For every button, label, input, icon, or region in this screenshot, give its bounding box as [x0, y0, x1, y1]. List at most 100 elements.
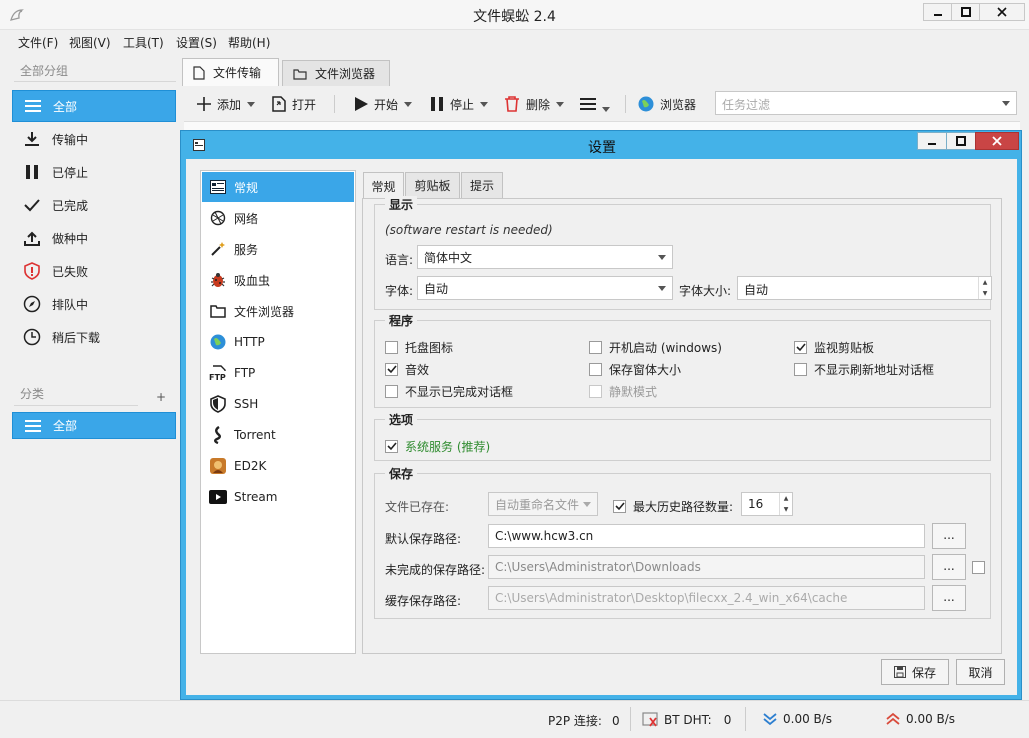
nav-item-ssh[interactable]: SSH — [202, 389, 354, 419]
open-file-icon — [272, 96, 286, 112]
checkbox-checked[interactable] — [385, 363, 398, 376]
menu-tools[interactable]: 工具(T) — [123, 34, 164, 51]
nav-item-network[interactable]: 网络 — [202, 203, 354, 233]
error-shield-icon — [12, 262, 52, 280]
language-select[interactable]: 简体中文 — [417, 245, 673, 269]
checkbox[interactable] — [385, 385, 398, 398]
add-button[interactable]: 添加 — [197, 88, 256, 120]
option-label: 托盘图标 — [405, 341, 454, 355]
pause-icon — [12, 165, 52, 179]
spin-arrows-icon[interactable]: ▲ ▼ — [978, 277, 991, 299]
nav-item-leech[interactable]: 吸血虫 — [202, 265, 354, 295]
chevron-down-icon[interactable] — [1002, 101, 1010, 106]
default-path-input[interactable]: C:\www.hcw3.cn — [488, 524, 925, 548]
task-filter-input[interactable]: 任务过滤 — [715, 91, 1017, 115]
chevron-down-icon — [583, 501, 591, 507]
checkbox[interactable] — [589, 363, 602, 376]
upload-speed: 0.00 B/s — [886, 712, 955, 726]
max-history-spinbox[interactable]: 16 ▲ ▼ — [741, 492, 793, 516]
max-history-option[interactable]: 最大历史路径数量: — [613, 498, 733, 515]
nav-item-ed2k[interactable]: ED2K — [202, 451, 354, 481]
checkbox-checked[interactable] — [613, 500, 626, 513]
tab-file-browser[interactable]: 文件浏览器 — [282, 60, 390, 86]
font-select[interactable]: 自动 — [417, 276, 673, 300]
dialog-close-button[interactable] — [975, 132, 1019, 150]
checkbox[interactable] — [794, 363, 807, 376]
hide-refresh-dialog-option[interactable]: 不显示刷新地址对话框 — [794, 361, 934, 378]
nav-item-torrent[interactable]: Torrent — [202, 420, 354, 450]
sidebar-item-seeding[interactable]: 做种中 — [12, 222, 176, 254]
shield-icon — [202, 395, 234, 413]
browse-default-path-button[interactable]: ... — [932, 523, 966, 549]
restart-note: (software restart is needed) — [385, 223, 553, 237]
browser-button[interactable]: 浏览器 — [638, 88, 696, 120]
dialog-maximize-button[interactable] — [946, 132, 976, 150]
hide-completed-dialog-option[interactable]: 不显示已完成对话框 — [385, 383, 513, 400]
cancel-button[interactable]: 取消 — [956, 659, 1005, 685]
checkbox-disabled — [589, 385, 602, 398]
nav-item-http[interactable]: HTTP — [202, 327, 354, 357]
sidebar-item-stopped[interactable]: 已停止 — [12, 156, 176, 188]
stop-button[interactable]: 停止 — [430, 88, 489, 120]
start-button[interactable]: 开始 — [354, 88, 413, 120]
sidebar-item-label: 排队中 — [52, 297, 89, 312]
nav-item-file-browser[interactable]: 文件浏览器 — [202, 296, 354, 326]
font-size-spinbox[interactable]: 自动 ▲ ▼ — [737, 276, 992, 300]
hamburger-icon — [580, 98, 596, 110]
category-item-all[interactable]: 全部 — [12, 412, 176, 439]
save-button[interactable]: 保存 — [881, 659, 949, 685]
nav-item-service[interactable]: 服务 — [202, 234, 354, 264]
autostart-option[interactable]: 开机启动 (windows) — [589, 339, 722, 356]
browse-incomplete-path-button[interactable]: ... — [932, 554, 966, 580]
option-label: 音效 — [405, 363, 430, 377]
sidebar-item-later[interactable]: 稍后下载 — [12, 321, 176, 353]
checkbox[interactable] — [385, 341, 398, 354]
spin-arrows-icon[interactable]: ▲ ▼ — [779, 493, 792, 515]
tray-icon-option[interactable]: 托盘图标 — [385, 339, 453, 356]
incomplete-path-checkbox[interactable] — [972, 561, 985, 574]
menu-file[interactable]: 文件(F) — [18, 34, 58, 51]
tab-tips[interactable]: 提示 — [461, 172, 503, 199]
maximize-button[interactable] — [951, 3, 981, 21]
more-menu-button[interactable] — [580, 88, 610, 120]
category-header: 分类 — [20, 387, 45, 401]
sidebar-item-queued[interactable]: 排队中 — [12, 288, 176, 320]
menu-help[interactable]: 帮助(H) — [228, 34, 270, 51]
checkbox[interactable] — [589, 341, 602, 354]
status-bar: P2P 连接: 0 BT DHT: 0 0.00 B/s 0.00 B/s — [0, 700, 1029, 738]
browse-cache-path-button[interactable]: ... — [932, 585, 966, 611]
delete-button[interactable]: 删除 — [504, 88, 565, 120]
checkbox-checked[interactable] — [794, 341, 807, 354]
incomplete-path-input[interactable]: C:\Users\Administrator\Downloads — [488, 555, 925, 579]
menu-view[interactable]: 视图(V) — [69, 34, 111, 51]
font-value: 自动 — [424, 281, 449, 296]
category-item-label: 全部 — [53, 419, 78, 433]
nav-label: SSH — [234, 397, 259, 411]
cache-path-input[interactable]: C:\Users\Administrator\Desktop\filecxx_2… — [488, 586, 925, 610]
settings-dialog: 设置 常规 网络 服务 吸血虫 文件浏览器 HTTP FTP FTP SSH T… — [180, 130, 1022, 700]
tab-file-transfer[interactable]: 文件传输 — [182, 58, 279, 86]
sidebar-item-all[interactable]: 全部 — [12, 90, 176, 122]
add-label: 添加 — [217, 97, 242, 112]
sidebar-item-completed[interactable]: 已完成 — [12, 189, 176, 221]
sidebar-item-failed[interactable]: 已失败 — [12, 255, 176, 287]
folder-icon — [202, 304, 234, 318]
menu-settings[interactable]: 设置(S) — [176, 34, 217, 51]
nav-item-stream[interactable]: Stream — [202, 482, 354, 512]
display-title: 显示 — [385, 196, 418, 213]
sound-option[interactable]: 音效 — [385, 361, 429, 378]
open-button[interactable]: 打开 — [272, 88, 316, 120]
system-service-option[interactable]: 系统服务 (推荐) — [385, 438, 490, 455]
monitor-clipboard-option[interactable]: 监视剪贴板 — [794, 339, 874, 356]
nav-item-ftp[interactable]: FTP FTP — [202, 358, 354, 388]
save-window-size-option[interactable]: 保存窗体大小 — [589, 361, 681, 378]
tab-clipboard[interactable]: 剪贴板 — [405, 172, 460, 199]
checkbox-checked[interactable] — [385, 440, 398, 453]
sidebar-item-label: 稍后下载 — [52, 330, 101, 345]
minimize-button[interactable] — [923, 3, 953, 21]
close-button[interactable] — [979, 3, 1025, 21]
dialog-minimize-button[interactable] — [917, 132, 947, 150]
add-category-button[interactable]: + — [156, 390, 166, 404]
nav-item-general[interactable]: 常规 — [202, 172, 354, 202]
sidebar-item-transferring[interactable]: 传输中 — [12, 123, 176, 155]
